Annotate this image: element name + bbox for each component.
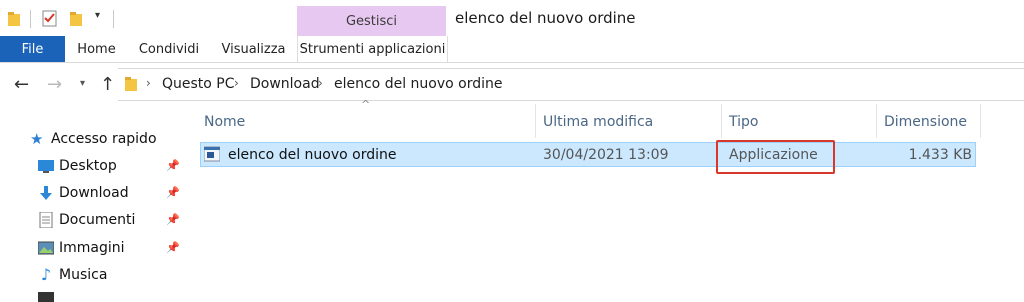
pictures-icon <box>38 241 54 255</box>
sidebar-item-pictures[interactable]: Immagini <box>38 237 125 259</box>
sidebar-item-label: Musica <box>59 267 108 283</box>
desktop-icon <box>38 160 54 173</box>
tab-view[interactable]: Visualizza <box>210 36 297 62</box>
file-modified: 30/04/2021 13:09 <box>543 147 669 163</box>
documents-icon <box>39 212 53 228</box>
window-title: elenco del nuovo ordine <box>455 9 636 27</box>
column-header-size[interactable]: Dimensione <box>884 114 967 130</box>
recent-locations-chevron-icon[interactable]: ▾ <box>80 78 85 89</box>
file-size: 1.433 KB <box>908 147 972 163</box>
toolbar-separator <box>30 10 31 28</box>
tab-home[interactable]: Home <box>65 36 128 62</box>
context-tab-group[interactable]: Gestisci <box>297 6 446 36</box>
sidebar-item-desktop[interactable]: Desktop <box>38 155 117 177</box>
customize-toolbar-chevron-icon[interactable]: ▾ <box>95 10 100 21</box>
highlight-box <box>716 140 835 174</box>
column-header-modified[interactable]: Ultima modifica <box>543 114 653 130</box>
pin-icon[interactable]: 📌 <box>166 241 180 254</box>
sidebar-quick-access[interactable]: ★ Accesso rapido <box>30 128 157 150</box>
breadcrumb-chevron-icon[interactable]: › <box>146 76 151 90</box>
video-icon <box>38 292 54 302</box>
sidebar-item-download[interactable]: Download <box>38 182 129 204</box>
sidebar-item-music[interactable]: ♪ Musica <box>38 264 108 286</box>
file-name[interactable]: elenco del nuovo ordine <box>228 147 397 163</box>
column-divider[interactable] <box>721 104 722 138</box>
pin-icon[interactable]: 📌 <box>166 186 180 199</box>
pin-icon[interactable]: 📌 <box>166 213 180 226</box>
column-divider[interactable] <box>535 104 536 138</box>
up-arrow-icon[interactable]: ↑ <box>100 74 115 95</box>
breadcrumb-current-folder[interactable]: elenco del nuovo ordine <box>334 76 503 92</box>
column-header-type[interactable]: Tipo <box>729 114 758 130</box>
pin-icon[interactable]: 📌 <box>166 159 180 172</box>
tab-file[interactable]: File <box>0 36 65 62</box>
breadcrumb-download[interactable]: Download <box>250 76 320 92</box>
folder-icon <box>125 77 137 91</box>
application-icon <box>204 146 220 162</box>
forward-arrow-icon[interactable]: → <box>47 74 62 95</box>
back-arrow-icon[interactable]: ← <box>14 74 29 95</box>
tab-application-tools[interactable]: Strumenti applicazioni <box>297 36 448 62</box>
column-header-name[interactable]: Nome <box>204 114 245 130</box>
star-icon: ★ <box>30 130 44 148</box>
download-icon <box>40 186 52 200</box>
tab-share[interactable]: Condividi <box>128 36 210 62</box>
sidebar-item-label: Accesso rapido <box>51 131 157 147</box>
music-icon: ♪ <box>40 265 52 284</box>
toolbar-separator <box>113 10 114 28</box>
folder-icon[interactable] <box>8 12 20 26</box>
sidebar-item-label: Documenti <box>59 212 136 228</box>
breadcrumb-this-pc[interactable]: Questo PC <box>162 76 235 92</box>
breadcrumb-chevron-icon[interactable]: › <box>234 76 239 90</box>
column-divider[interactable] <box>980 104 981 138</box>
new-folder-icon[interactable] <box>70 12 82 26</box>
ribbon-divider <box>0 62 1024 63</box>
properties-icon[interactable] <box>42 9 58 27</box>
sidebar-item-label: Download <box>59 185 129 201</box>
sort-ascending-icon: ^ <box>361 98 371 111</box>
breadcrumb-chevron-icon[interactable]: › <box>318 76 323 90</box>
sidebar-item-label: Desktop <box>59 158 117 174</box>
column-divider[interactable] <box>876 104 877 138</box>
sidebar-item-label: Immagini <box>59 240 125 256</box>
sidebar-item-documents[interactable]: Documenti <box>38 209 135 231</box>
